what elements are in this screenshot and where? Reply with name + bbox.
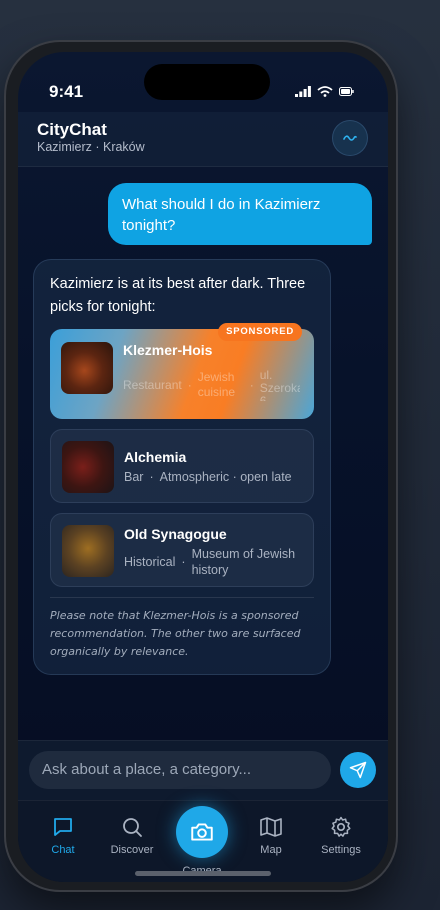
phone-frame: 9:41 CityChat Kazimierz · Kraków What sh… xyxy=(4,40,398,892)
card-divider xyxy=(50,597,314,598)
app-title: CityChat xyxy=(37,120,107,139)
place-card-alchemia[interactable]: Alchemia Bar · Atmospheric · open late xyxy=(50,429,314,503)
home-indicator xyxy=(135,871,271,876)
battery-icon xyxy=(339,87,354,96)
tab-label: Settings xyxy=(321,844,361,856)
gear-icon xyxy=(331,816,351,837)
place-thumbnail xyxy=(62,441,114,493)
app-header: CityChat Kazimierz · Kraków xyxy=(18,112,388,167)
tab-settings[interactable]: Settings xyxy=(311,815,371,856)
place-thumbnail xyxy=(62,525,114,577)
signal-icon xyxy=(295,86,311,97)
place-title: Old Synagogue xyxy=(124,526,227,542)
user-message-bubble: What should I do in Kazimierz tonight? xyxy=(108,183,372,245)
app-screen: 9:41 CityChat Kazimierz · Kraków What sh… xyxy=(18,52,388,882)
place-card-klezmer-hois[interactable]: SPONSORED Klezmer-Hois Restaurant · Jewi… xyxy=(50,323,314,419)
send-button[interactable] xyxy=(340,752,376,788)
status-icons xyxy=(295,86,354,97)
voice-mode-button[interactable] xyxy=(332,120,368,156)
send-icon xyxy=(349,761,367,779)
camera-button[interactable] xyxy=(176,806,228,858)
assistant-message-bubble: Kazimierz is at its best after dark. Thr… xyxy=(33,259,331,675)
place-thumbnail xyxy=(61,342,113,394)
tab-map[interactable]: Map xyxy=(241,815,301,856)
place-cuisine: Jewish cuisine xyxy=(197,370,236,399)
place-details: Atmospheric · open late xyxy=(159,470,292,484)
message-composer: Ask about a place, a category... xyxy=(18,740,388,800)
place-meta: Historical · Museum of Jewish history xyxy=(124,546,312,578)
wifi-icon xyxy=(317,86,333,97)
status-bar: 9:41 xyxy=(18,52,388,112)
tab-discover[interactable]: Discover xyxy=(102,815,162,856)
assistant-intro-text: Kazimierz is at its best after dark. Thr… xyxy=(50,276,306,315)
place-card-old-synagogue[interactable]: Old Synagogue Historical · Museum of Jew… xyxy=(50,513,314,587)
place-meta: Restaurant · Jewish cuisine · ul. Szerok… xyxy=(123,369,300,401)
map-icon xyxy=(260,817,282,837)
tab-bar: Chat Discover Camera Map xyxy=(18,800,388,882)
sponsorship-disclosure: Please note that Klezmer-Hois is a spons… xyxy=(50,609,301,658)
place-title: Alchemia xyxy=(124,449,187,465)
message-input[interactable]: Ask about a place, a category... xyxy=(29,751,331,789)
tab-label: Chat xyxy=(51,844,75,856)
place-title: Klezmer-Hois xyxy=(123,342,213,358)
place-category: Historical xyxy=(124,555,176,569)
tab-label: Discover xyxy=(110,844,154,856)
tab-chat[interactable]: Chat xyxy=(33,815,93,856)
place-details: Museum of Jewish history xyxy=(191,547,296,577)
sponsored-badge: SPONSORED xyxy=(218,323,302,341)
place-meta: Bar · Atmospheric · open late xyxy=(124,470,292,484)
chat-bubble-icon xyxy=(54,818,72,836)
place-category: Bar xyxy=(124,470,144,484)
place-address: ul. Szeroka 6 xyxy=(259,369,300,401)
status-time: 9:41 xyxy=(49,82,84,101)
camera-icon xyxy=(191,823,213,841)
search-icon xyxy=(123,818,142,837)
pulse-wave-icon xyxy=(343,135,357,141)
location-subtitle: Kazimierz · Kraków xyxy=(37,140,145,154)
tab-label: Map xyxy=(260,844,282,856)
place-category: Restaurant xyxy=(123,378,182,392)
